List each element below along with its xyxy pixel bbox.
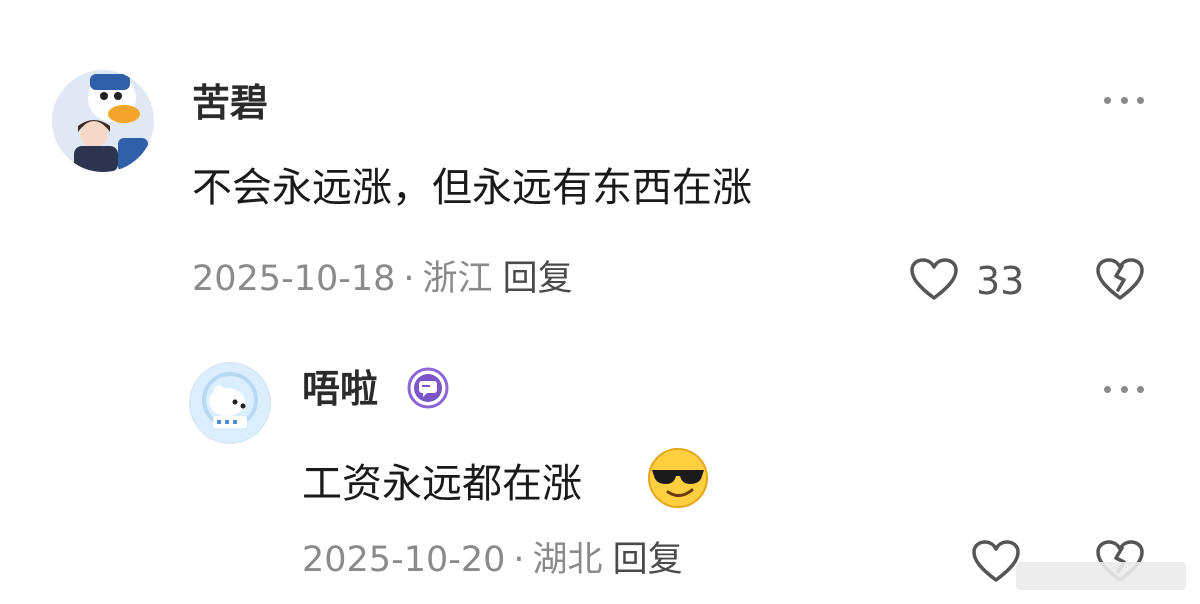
comment-meta: 2025-10-20 · 湖北 回复 bbox=[302, 543, 683, 578]
comment-meta: 2025-10-18 · 浙江 回复 bbox=[192, 262, 573, 297]
avatar[interactable] bbox=[52, 70, 154, 172]
comment-location: 湖北 bbox=[532, 540, 603, 580]
more-options-icon[interactable] bbox=[1104, 95, 1144, 105]
polar-bear-avatar-icon bbox=[191, 364, 269, 442]
username[interactable]: 苦碧 bbox=[192, 84, 268, 122]
comment-location: 浙江 bbox=[422, 259, 493, 299]
reply-button[interactable]: 回复 bbox=[503, 259, 573, 299]
avatar[interactable] bbox=[189, 362, 271, 444]
sunglasses-emoji-icon bbox=[648, 448, 708, 508]
like-heart-icon[interactable] bbox=[908, 256, 960, 302]
donald-duck-avatar-icon bbox=[52, 70, 154, 172]
comment-date: 2025-10-18 bbox=[192, 259, 396, 299]
more-options-icon[interactable] bbox=[1104, 384, 1144, 394]
meta-separator: · bbox=[513, 540, 525, 580]
comment-text: 不会永远涨，但永远有东西在涨 bbox=[192, 165, 752, 211]
comment-text-content: 工资永远都在涨 bbox=[302, 461, 582, 507]
username[interactable]: 唔啦 bbox=[302, 370, 378, 408]
meta-separator: · bbox=[403, 259, 415, 299]
like-heart-icon[interactable] bbox=[970, 538, 1022, 584]
watermark bbox=[1016, 562, 1186, 590]
comment-text: 工资永远都在涨 bbox=[302, 464, 582, 504]
comment-date: 2025-10-20 bbox=[302, 540, 506, 580]
dislike-broken-heart-icon[interactable] bbox=[1094, 256, 1146, 302]
reply-button[interactable]: 回复 bbox=[613, 540, 683, 580]
message-badge-icon bbox=[407, 367, 449, 409]
like-count: 33 bbox=[976, 259, 1025, 303]
